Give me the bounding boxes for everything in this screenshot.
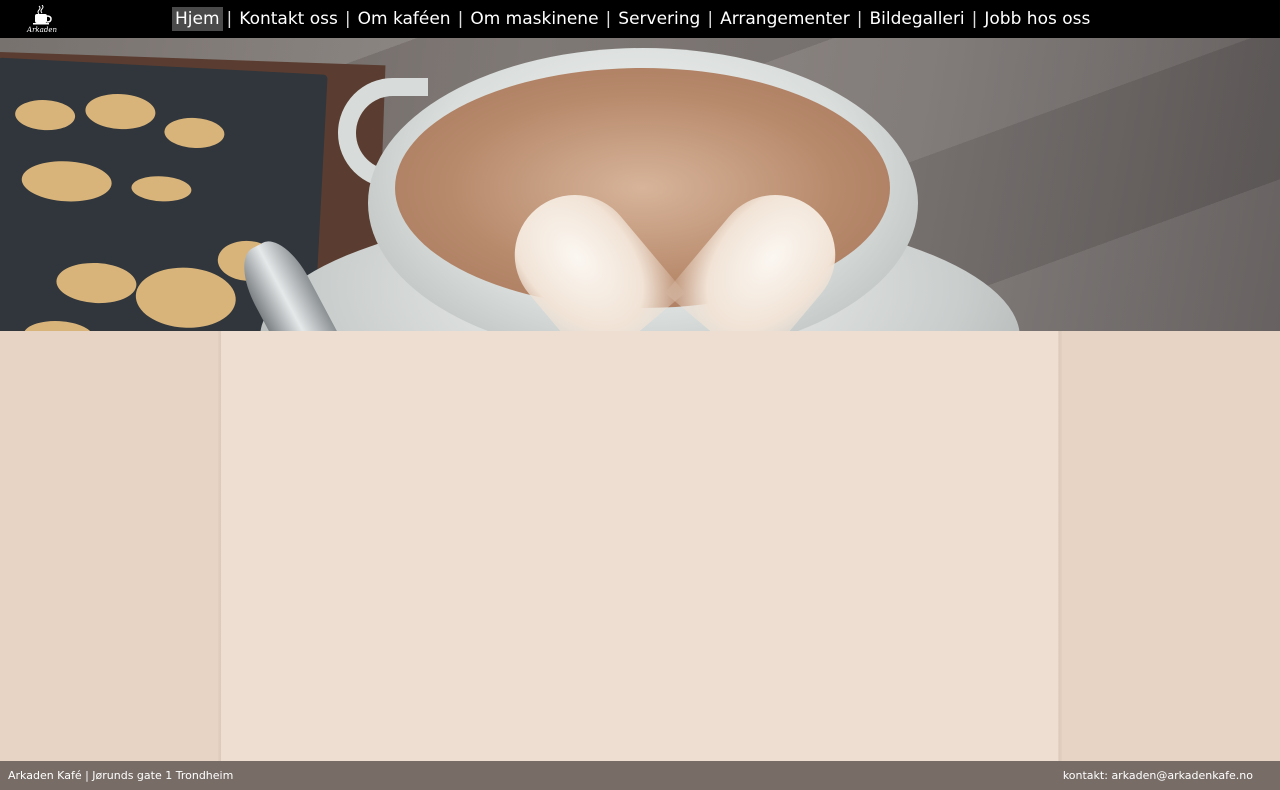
coffee-cup-icon bbox=[33, 5, 52, 25]
footer: Arkaden Kafé | Jørunds gate 1 Trondheim … bbox=[0, 761, 1280, 790]
nav-separator: | bbox=[856, 9, 863, 29]
nav-separator: | bbox=[605, 9, 612, 29]
hero-latte-heart bbox=[565, 133, 785, 303]
nav-item-servering[interactable]: Servering bbox=[615, 7, 703, 31]
footer-contact-email-link[interactable]: arkaden@arkadenkafe.no bbox=[1111, 769, 1253, 782]
nav-separator: | bbox=[457, 9, 464, 29]
top-navigation-bar: Arkaden Hjem | Kontakt oss | Om kaféen |… bbox=[0, 0, 1280, 38]
nav-separator: | bbox=[344, 9, 351, 29]
footer-contact: kontakt: arkaden@arkadenkafe.no bbox=[1063, 769, 1253, 782]
nav-item-om-maskinene[interactable]: Om maskinene bbox=[467, 7, 601, 31]
nav-item-om-kafeen[interactable]: Om kaféen bbox=[355, 7, 454, 31]
nav-item-jobb-hos-oss[interactable]: Jobb hos oss bbox=[981, 7, 1093, 31]
logo[interactable]: Arkaden bbox=[27, 5, 57, 35]
main-content-area bbox=[0, 331, 1280, 761]
panel-shadow-right bbox=[1058, 331, 1062, 761]
main-nav: Hjem | Kontakt oss | Om kaféen | Om mask… bbox=[172, 5, 1093, 33]
nav-separator: | bbox=[226, 9, 233, 29]
nav-item-hjem[interactable]: Hjem bbox=[172, 7, 223, 31]
hero-banner-image bbox=[0, 38, 1280, 331]
nav-item-bildegalleri[interactable]: Bildegalleri bbox=[866, 7, 967, 31]
footer-address: Arkaden Kafé | Jørunds gate 1 Trondheim bbox=[8, 769, 234, 782]
nav-separator: | bbox=[707, 9, 714, 29]
logo-text: Arkaden bbox=[27, 26, 57, 34]
nav-item-arrangementer[interactable]: Arrangementer bbox=[717, 7, 853, 31]
nav-item-kontakt-oss[interactable]: Kontakt oss bbox=[236, 7, 341, 31]
footer-contact-label: kontakt: bbox=[1062, 769, 1108, 782]
main-content-panel bbox=[221, 331, 1059, 761]
nav-separator: | bbox=[971, 9, 978, 29]
